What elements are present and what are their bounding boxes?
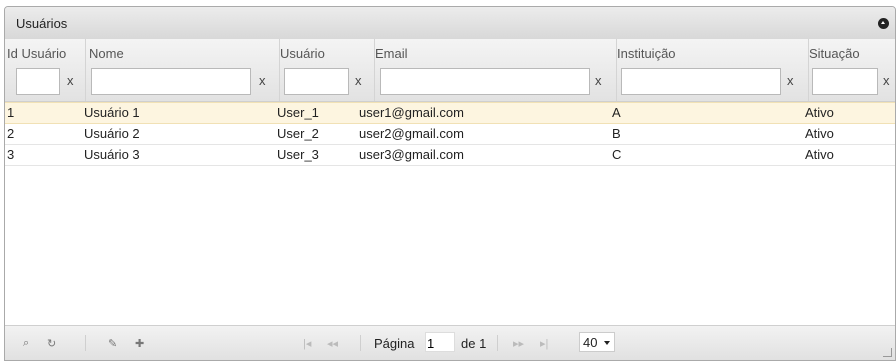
- filter-usuario-input[interactable]: [284, 68, 349, 95]
- refresh-icon[interactable]: ↻: [47, 337, 56, 350]
- cell-id: 3: [7, 147, 15, 162]
- toolbar-separator: [497, 335, 498, 351]
- first-page-icon[interactable]: |◂: [303, 337, 311, 350]
- filter-instituicao-input[interactable]: [621, 68, 781, 95]
- grid-body: 1 Usuário 1 User_1 user1@gmail.com A Ati…: [5, 102, 895, 166]
- filter-situacao-input[interactable]: [812, 68, 878, 95]
- column-header-email[interactable]: Email: [375, 46, 408, 61]
- page-count-label: de 1: [461, 336, 487, 351]
- clear-filter-id-button[interactable]: x: [67, 73, 74, 88]
- search-icon[interactable]: ⌕: [23, 337, 29, 350]
- cell-id: 2: [7, 126, 15, 141]
- pager-bar: ⌕ ↻ ✎ ✚ |◂ ◂◂ Página de 1 ▸▸ ▸| 40: [5, 325, 895, 360]
- edit-icon[interactable]: ✎: [108, 337, 117, 350]
- panel-titlebar: Usuários: [5, 7, 895, 40]
- cell-email: user1@gmail.com: [359, 105, 464, 120]
- prev-page-icon[interactable]: ◂◂: [327, 337, 338, 350]
- cell-instituicao: B: [612, 126, 621, 141]
- clear-filter-nome-button[interactable]: x: [259, 73, 266, 88]
- cell-instituicao: C: [612, 147, 622, 162]
- filter-id-input[interactable]: [16, 68, 60, 95]
- cell-nome: Usuário 3: [84, 147, 140, 162]
- last-page-icon[interactable]: ▸|: [540, 337, 548, 350]
- resize-grip-icon[interactable]: [883, 348, 892, 357]
- collapse-icon[interactable]: [878, 18, 889, 29]
- column-header-instituicao[interactable]: Instituição: [617, 46, 676, 61]
- table-row[interactable]: 3 Usuário 3 User_3 user3@gmail.com C Ati…: [5, 145, 895, 166]
- clear-filter-instituicao-button[interactable]: x: [787, 73, 794, 88]
- toolbar-separator: [360, 335, 361, 351]
- toolbar-separator: [85, 335, 86, 351]
- grid-header: Id Usuário Nome Usuário Email Instituiçã…: [5, 39, 895, 102]
- cell-email: user2@gmail.com: [359, 126, 464, 141]
- filter-email-input[interactable]: [380, 68, 590, 95]
- page-number-input[interactable]: [425, 332, 455, 352]
- cell-nome: Usuário 1: [84, 105, 140, 120]
- users-grid-panel: Usuários Id Usuário Nome Usuário Email I…: [4, 6, 896, 361]
- rows-per-page-value: 40: [583, 335, 598, 350]
- cell-situacao: Ativo: [805, 126, 834, 141]
- cell-situacao: Ativo: [805, 105, 834, 120]
- cell-usuario: User_2: [277, 126, 319, 141]
- clear-filter-usuario-button[interactable]: x: [355, 73, 362, 88]
- cell-instituicao: A: [612, 105, 621, 120]
- cell-nome: Usuário 2: [84, 126, 140, 141]
- filter-nome-input[interactable]: [91, 68, 251, 95]
- cell-situacao: Ativo: [805, 147, 834, 162]
- page-label: Página: [374, 336, 415, 351]
- column-header-nome[interactable]: Nome: [89, 46, 124, 61]
- next-page-icon[interactable]: ▸▸: [513, 337, 524, 350]
- rows-per-page-select[interactable]: 40: [579, 332, 615, 352]
- cell-id: 1: [7, 105, 15, 120]
- cell-usuario: User_1: [277, 105, 319, 120]
- panel-title: Usuários: [16, 16, 68, 31]
- table-row[interactable]: 2 Usuário 2 User_2 user2@gmail.com B Ati…: [5, 124, 895, 145]
- column-header-usuario[interactable]: Usuário: [280, 46, 325, 61]
- cell-email: user3@gmail.com: [359, 147, 464, 162]
- clear-filter-situacao-button[interactable]: x: [883, 73, 890, 88]
- table-row[interactable]: 1 Usuário 1 User_1 user1@gmail.com A Ati…: [5, 102, 895, 124]
- add-icon[interactable]: ✚: [135, 337, 144, 350]
- clear-filter-email-button[interactable]: x: [595, 73, 602, 88]
- cell-usuario: User_3: [277, 147, 319, 162]
- column-header-situacao[interactable]: Situação: [809, 46, 860, 61]
- column-header-id[interactable]: Id Usuário: [7, 46, 66, 61]
- chevron-down-icon: [604, 341, 610, 345]
